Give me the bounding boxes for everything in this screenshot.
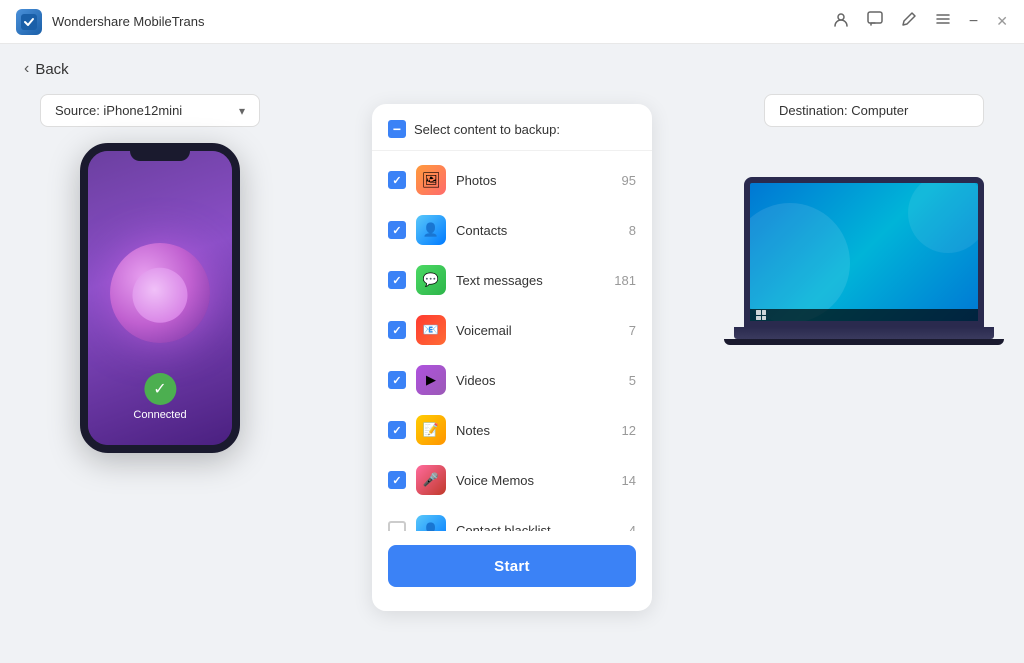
list-item[interactable]: ✓ 🖼 Photos 95 bbox=[372, 155, 652, 205]
close-button[interactable]: ✕ bbox=[996, 13, 1008, 30]
titlebar: Wondershare MobileTrans − ✕ bbox=[0, 0, 1024, 44]
laptop-screen bbox=[744, 177, 984, 327]
edit-icon[interactable] bbox=[901, 11, 917, 32]
videos-count: 5 bbox=[629, 373, 636, 388]
contacts-icon: 👤 bbox=[416, 215, 446, 245]
laptop-bottom bbox=[724, 339, 1004, 345]
phone-inner-orb bbox=[133, 268, 188, 323]
menu-icon[interactable] bbox=[935, 11, 951, 32]
voicememos-icon: 🎤 bbox=[416, 465, 446, 495]
voicememos-checkbox[interactable]: ✓ bbox=[388, 471, 406, 489]
notes-icon: 📝 bbox=[416, 415, 446, 445]
win-bg-shape1 bbox=[750, 203, 850, 321]
notes-label: Notes bbox=[456, 423, 612, 438]
main-content: ‹ Back Source: iPhone12mini ▾ ✓ Conne bbox=[0, 44, 1024, 663]
app-title: Wondershare MobileTrans bbox=[52, 14, 204, 29]
titlebar-left: Wondershare MobileTrans bbox=[16, 9, 204, 35]
videos-label: Videos bbox=[456, 373, 619, 388]
content-list: ✓ 🖼 Photos 95 ✓ 👤 Contacts 8 ✓ 💬 Text me… bbox=[372, 151, 652, 531]
videos-checkbox[interactable]: ✓ bbox=[388, 371, 406, 389]
blacklist-label: Contact blacklist bbox=[456, 523, 619, 532]
source-label: Source: iPhone12mini bbox=[55, 103, 182, 118]
texts-label: Text messages bbox=[456, 273, 604, 288]
start-button-wrapper: Start bbox=[372, 531, 652, 595]
voicememos-label: Voice Memos bbox=[456, 473, 612, 488]
connected-badge: ✓ Connected bbox=[133, 373, 186, 421]
left-panel: Source: iPhone12mini ▾ ✓ Connected bbox=[40, 94, 280, 453]
voicemail-checkbox[interactable]: ✓ bbox=[388, 321, 406, 339]
connected-icon: ✓ bbox=[144, 373, 176, 405]
destination-label: Destination: Computer bbox=[764, 94, 984, 127]
chevron-down-icon: ▾ bbox=[239, 104, 245, 118]
back-label: Back bbox=[35, 61, 68, 78]
list-item[interactable]: ✓ 📝 Notes 12 bbox=[372, 405, 652, 455]
notes-count: 12 bbox=[622, 423, 636, 438]
blacklist-checkbox[interactable] bbox=[388, 521, 406, 531]
photos-label: Photos bbox=[456, 173, 612, 188]
chat-icon[interactable] bbox=[867, 11, 883, 32]
photos-checkbox[interactable]: ✓ bbox=[388, 171, 406, 189]
voicememos-count: 14 bbox=[622, 473, 636, 488]
phone-container: ✓ Connected bbox=[40, 143, 280, 453]
contacts-checkbox[interactable]: ✓ bbox=[388, 221, 406, 239]
source-dropdown[interactable]: Source: iPhone12mini ▾ bbox=[40, 94, 260, 127]
voicemail-icon: 📧 bbox=[416, 315, 446, 345]
win-start-icon bbox=[756, 310, 766, 320]
photos-count: 95 bbox=[622, 173, 636, 188]
contacts-count: 8 bbox=[629, 223, 636, 238]
laptop-base bbox=[734, 327, 994, 339]
list-item[interactable]: ✓ 👤 Contacts 8 bbox=[372, 205, 652, 255]
app-icon bbox=[16, 9, 42, 35]
back-chevron: ‹ bbox=[24, 60, 29, 78]
texts-checkbox[interactable]: ✓ bbox=[388, 271, 406, 289]
phone-image: ✓ Connected bbox=[80, 143, 240, 453]
contacts-label: Contacts bbox=[456, 223, 619, 238]
select-content-label: Select content to backup: bbox=[414, 122, 560, 137]
list-item[interactable]: 👤 Contact blacklist 4 bbox=[372, 505, 652, 531]
select-header: − Select content to backup: bbox=[372, 120, 652, 151]
list-item[interactable]: ✓ 💬 Text messages 181 bbox=[372, 255, 652, 305]
titlebar-controls: − ✕ bbox=[833, 11, 1008, 32]
right-panel: Destination: Computer bbox=[744, 94, 984, 345]
content-area: Source: iPhone12mini ▾ ✓ Connected bbox=[0, 94, 1024, 611]
deselect-all-button[interactable]: − bbox=[388, 120, 406, 138]
laptop-image bbox=[744, 177, 984, 345]
list-item[interactable]: ✓ ▶ Videos 5 bbox=[372, 355, 652, 405]
blacklist-count: 4 bbox=[629, 523, 636, 532]
laptop-container bbox=[744, 177, 984, 345]
photos-icon: 🖼 bbox=[416, 165, 446, 195]
minimize-button[interactable]: − bbox=[969, 14, 978, 30]
videos-icon: ▶ bbox=[416, 365, 446, 395]
texts-count: 181 bbox=[614, 273, 636, 288]
list-item[interactable]: ✓ 📧 Voicemail 7 bbox=[372, 305, 652, 355]
blacklist-icon: 👤 bbox=[416, 515, 446, 531]
notes-checkbox[interactable]: ✓ bbox=[388, 421, 406, 439]
start-button[interactable]: Start bbox=[388, 545, 636, 587]
connected-label: Connected bbox=[133, 409, 186, 421]
center-panel: − Select content to backup: ✓ 🖼 Photos 9… bbox=[372, 104, 652, 611]
voicemail-count: 7 bbox=[629, 323, 636, 338]
laptop-screen-content bbox=[750, 183, 978, 321]
back-button[interactable]: ‹ Back bbox=[0, 44, 93, 94]
texts-icon: 💬 bbox=[416, 265, 446, 295]
win-taskbar bbox=[750, 309, 978, 321]
voicemail-label: Voicemail bbox=[456, 323, 619, 338]
list-item[interactable]: ✓ 🎤 Voice Memos 14 bbox=[372, 455, 652, 505]
phone-notch bbox=[130, 151, 190, 161]
user-icon[interactable] bbox=[833, 12, 849, 31]
win-bg-shape2 bbox=[908, 183, 978, 253]
